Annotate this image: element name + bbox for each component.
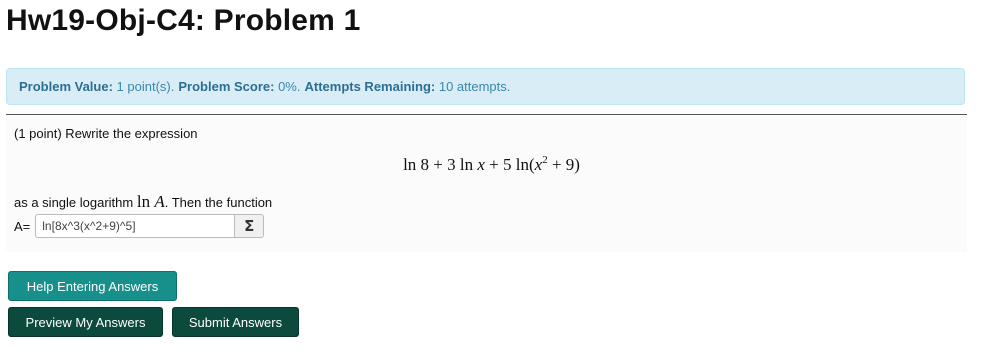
- divider: [6, 114, 967, 115]
- answer-label: A=: [14, 218, 31, 234]
- problem-value: 1 point(s).: [116, 79, 175, 94]
- problem-instruction: as a single logarithm ln A. Then the fun…: [14, 192, 273, 211]
- submit-answers-button[interactable]: Submit Answers: [172, 307, 299, 337]
- problem-score: 0%.: [278, 79, 301, 94]
- answer-row: A= Σ: [14, 214, 265, 238]
- equation-editor-button[interactable]: Σ: [234, 214, 265, 238]
- attempts-remaining: 10 attempts.: [438, 79, 511, 94]
- math-expression: ln 8 + 3 ln x + 5 ln(x2 + 9): [403, 154, 580, 174]
- preview-answers-button[interactable]: Preview My Answers: [8, 307, 163, 337]
- sigma-icon: Σ: [244, 217, 255, 235]
- answer-input[interactable]: [35, 214, 235, 238]
- problem-score-label: Problem Score:: [178, 79, 275, 94]
- problem-value-label: Problem Value:: [19, 79, 113, 94]
- help-entering-answers-button[interactable]: Help Entering Answers: [8, 271, 177, 301]
- attempts-remaining-label: Attempts Remaining:: [304, 79, 436, 94]
- problem-body: (1 point) Rewrite the expression ln 8 + …: [6, 116, 967, 252]
- page-title: Hw19-Obj-C4: Problem 1: [6, 4, 361, 37]
- problem-info-alert: Problem Value: 1 point(s). Problem Score…: [6, 68, 965, 105]
- problem-intro: (1 point) Rewrite the expression: [14, 126, 198, 141]
